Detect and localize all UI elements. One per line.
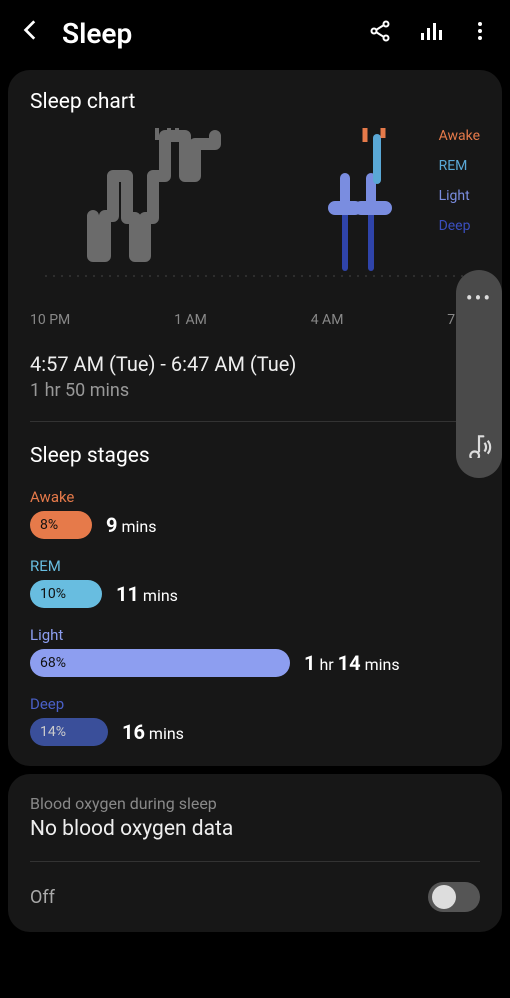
legend-light: Light bbox=[439, 188, 480, 204]
sleep-summary: 4:57 AM (Tue) - 6:47 AM (Tue) 1 hr 50 mi… bbox=[30, 352, 480, 401]
stage-label: Deep bbox=[30, 695, 480, 713]
oxygen-value: No blood oxygen data bbox=[30, 817, 480, 841]
x-tick: 10 PM bbox=[30, 312, 70, 328]
stage-bar: 14% bbox=[30, 718, 108, 746]
stage-bar: 68% bbox=[30, 649, 290, 677]
oxygen-card: Blood oxygen during sleep No blood oxyge… bbox=[8, 774, 502, 932]
divider bbox=[30, 861, 480, 862]
floating-panel[interactable]: ••• bbox=[456, 270, 502, 478]
x-tick: 1 AM bbox=[174, 312, 207, 328]
back-icon[interactable] bbox=[18, 17, 44, 50]
stage-duration: 9 mins bbox=[106, 513, 156, 537]
stage-deep: Deep 14% 16 mins bbox=[30, 695, 480, 746]
sleep-card: Sleep chart Awake REM Light bbox=[8, 70, 502, 766]
chart-x-axis: 10 PM 1 AM 4 AM 7 AM bbox=[30, 306, 480, 328]
sleep-duration: 1 hr 50 mins bbox=[30, 380, 480, 401]
more-icon[interactable] bbox=[468, 19, 492, 47]
chart-svg bbox=[30, 126, 480, 286]
stage-duration: 1 hr 14 mins bbox=[304, 651, 400, 675]
stage-bar: 8% bbox=[30, 511, 92, 539]
divider bbox=[30, 421, 480, 422]
panel-more-icon[interactable]: ••• bbox=[466, 286, 492, 310]
stage-light: Light 68% 1 hr 14 mins bbox=[30, 626, 480, 677]
share-icon[interactable] bbox=[368, 19, 392, 47]
oxygen-toggle-label: Off bbox=[30, 887, 55, 908]
chart-legend: Awake REM Light Deep bbox=[439, 128, 480, 248]
legend-rem: REM bbox=[439, 158, 480, 174]
stage-duration: 11 mins bbox=[116, 582, 178, 606]
legend-deep: Deep bbox=[439, 218, 480, 234]
stage-duration: 16 mins bbox=[122, 720, 184, 744]
legend-awake: Awake bbox=[439, 128, 480, 144]
stats-icon[interactable] bbox=[418, 19, 442, 47]
stage-rem: REM 10% 11 mins bbox=[30, 557, 480, 608]
sleep-chart[interactable]: Awake REM Light Deep bbox=[30, 126, 480, 306]
stage-awake: Awake 8% 9 mins bbox=[30, 488, 480, 539]
toggle-knob bbox=[432, 885, 456, 909]
stage-label: REM bbox=[30, 557, 480, 575]
sound-icon[interactable] bbox=[466, 432, 492, 462]
stage-label: Awake bbox=[30, 488, 480, 506]
chart-title: Sleep chart bbox=[30, 90, 480, 114]
oxygen-label: Blood oxygen during sleep bbox=[30, 794, 480, 813]
stage-label: Light bbox=[30, 626, 480, 644]
page-title: Sleep bbox=[62, 17, 368, 50]
stages-title: Sleep stages bbox=[30, 444, 150, 468]
oxygen-toggle[interactable] bbox=[428, 882, 480, 912]
x-tick: 4 AM bbox=[311, 312, 344, 328]
stage-bar: 10% bbox=[30, 580, 102, 608]
sleep-time-range: 4:57 AM (Tue) - 6:47 AM (Tue) bbox=[30, 352, 480, 376]
